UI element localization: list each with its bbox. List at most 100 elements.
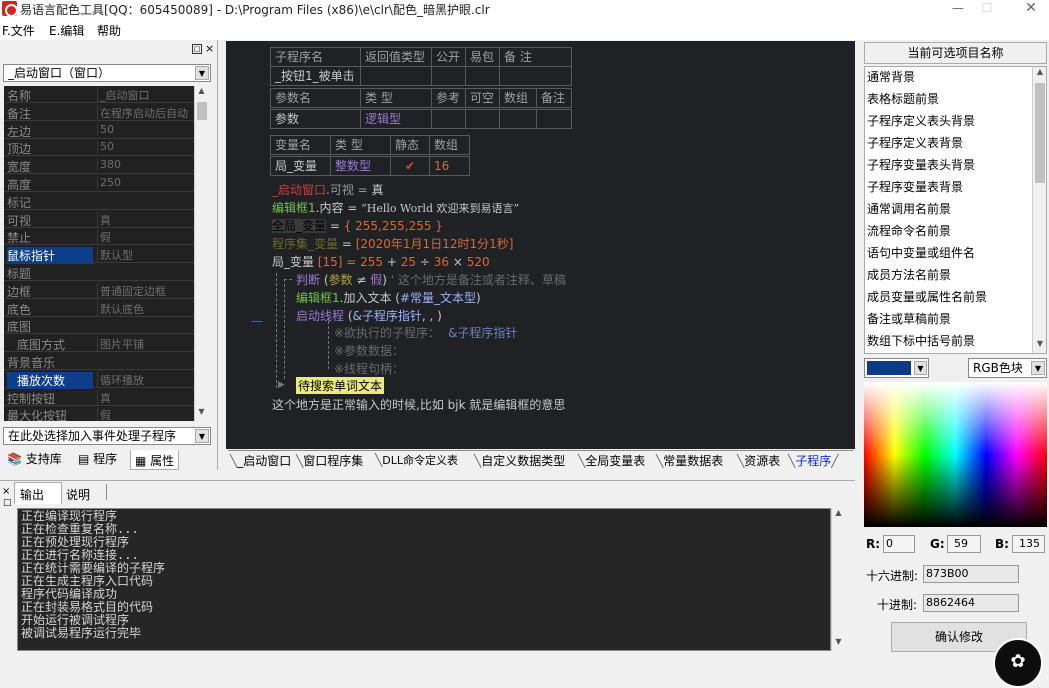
tab-properties[interactable]: ▦ 属性	[130, 450, 180, 470]
scroll-down-icon[interactable]: ▼	[832, 637, 845, 651]
sub-public-cell[interactable]	[431, 66, 466, 86]
items-list[interactable]: 通常背景 表格标题前景 子程序定义表头背景 子程序定义表背景 子程序变量表头背景 子程序变…	[864, 66, 1047, 354]
property-row[interactable]: 高度 250	[4, 175, 194, 192]
menu-edit[interactable]: E.编辑	[49, 22, 84, 39]
property-value[interactable]: 380	[97, 158, 194, 172]
scroll-up-icon[interactable]: ▲	[1033, 67, 1046, 81]
tab-global-vars[interactable]: ╲全局变量表	[578, 452, 645, 469]
list-item[interactable]: 数组下标中括号前景	[867, 332, 975, 349]
list-item[interactable]: 备注或草稿前景	[867, 310, 951, 327]
scroll-up-icon[interactable]: ▲	[195, 86, 208, 100]
close-button[interactable]: ✕	[1016, 0, 1046, 18]
property-row[interactable]: 播放次数 循环播放	[4, 371, 194, 389]
tab-description[interactable]: 说明	[66, 486, 90, 503]
tab-startup-window[interactable]: ╲_启动窗口	[230, 452, 291, 469]
property-row[interactable]: 可视 真	[4, 211, 194, 228]
hex-input[interactable]: 873B00	[923, 565, 1019, 583]
dec-input[interactable]: 8862464	[923, 594, 1019, 612]
list-item[interactable]: 语句中变量或组件名	[867, 244, 975, 261]
code-line-6[interactable]: 判断 (参数 ≠ 假) ' 这个地方是备注或者注释、草稿	[296, 271, 566, 288]
output-scrollbar[interactable]: ▲ ▼	[831, 508, 845, 651]
property-row[interactable]: 宽度 380	[4, 157, 194, 175]
scroll-up-icon[interactable]: ▲	[832, 508, 845, 522]
breakpoint-marker[interactable]: —	[251, 314, 263, 328]
property-value[interactable]: 50	[97, 140, 194, 154]
property-value[interactable]: 普通固定边框	[97, 282, 194, 299]
code-line-10[interactable]: ※参数数据：	[334, 342, 404, 359]
tab-custom-types[interactable]: ╲自定义数据类型	[474, 452, 565, 469]
panel-restore-icon[interactable]: □	[192, 44, 202, 54]
property-value[interactable]: 默认底色	[97, 300, 194, 317]
var-static-check-icon[interactable]: ✔	[390, 156, 430, 176]
tab-constants[interactable]: ╲常量数据表	[656, 452, 723, 469]
menu-file[interactable]: F.文件	[2, 22, 35, 39]
sub-return-cell[interactable]	[360, 66, 432, 86]
property-value[interactable]: 真	[97, 389, 194, 406]
output-pin-icon[interactable]: □	[3, 498, 12, 508]
sub-name-cell[interactable]: _按钮1_被单击	[270, 66, 361, 86]
property-row[interactable]: 标题	[4, 264, 194, 281]
property-row[interactable]: 顶边 50	[4, 139, 194, 157]
list-item[interactable]: 流程命令名前景	[867, 222, 951, 239]
code-line-3[interactable]: 全局_变量 = { 255,255,255 }	[272, 217, 443, 234]
list-item[interactable]: 成员变量或属性名前景	[867, 288, 987, 305]
code-line-11[interactable]: ※线程句柄：	[334, 360, 404, 377]
tab-program[interactable]: ▤ 程序	[74, 448, 121, 468]
property-value[interactable]: _启动窗口	[97, 87, 194, 103]
code-line-4[interactable]: 程序集_变量 = [2020年1月1日12时1分1秒]	[272, 235, 513, 252]
property-value[interactable]: 循环播放	[97, 371, 194, 388]
minimize-button[interactable]: —	[943, 0, 973, 18]
tab-window-assembly[interactable]: ╲窗口程序集	[296, 452, 363, 469]
code-line-13[interactable]: 这个地方是正常输入的时候,比如 bjk 就是编辑框的意思	[272, 396, 565, 413]
var-name-cell[interactable]: 局_变量	[270, 156, 331, 176]
list-item[interactable]: 子程序定义表头背景	[867, 112, 975, 129]
scroll-thumb[interactable]	[197, 102, 207, 120]
scroll-down-icon[interactable]: ▼	[195, 407, 208, 421]
property-row[interactable]: 备注 在程序启动后自动	[4, 104, 194, 121]
property-value[interactable]: 假	[97, 407, 194, 421]
property-row[interactable]: 鼠标指针 默认型	[4, 246, 194, 265]
sub-note-cell[interactable]	[499, 66, 572, 86]
output-log[interactable]: 正在编译现行程序 正在检查重复名称... 正在预处理现行程序 正在进行名称连接.…	[17, 508, 831, 651]
property-row[interactable]: 禁止 假	[4, 228, 194, 246]
property-row[interactable]: 边框 普通固定边框	[4, 282, 194, 299]
color-spectrum-picker[interactable]	[864, 382, 1047, 527]
param-name-cell[interactable]: 参数	[270, 109, 361, 129]
code-line-1[interactable]: _启动窗口.可视 = 真	[272, 181, 384, 198]
search-highlight-text[interactable]: 待搜索单词文本	[296, 377, 385, 394]
object-selector[interactable]: _启动窗口（窗口） ▼	[3, 64, 211, 82]
sub-epkg-cell[interactable]	[465, 66, 500, 86]
var-type-cell[interactable]: 整数型	[330, 156, 391, 176]
code-line-8[interactable]: 启动线程 (&子程序指针, , )	[296, 307, 442, 324]
property-row[interactable]: 左边 50	[4, 122, 194, 139]
list-item[interactable]: 通常调用名前景	[867, 200, 951, 217]
event-selector[interactable]: 在此处选择加入事件处理子程序 ▼	[3, 427, 211, 445]
code-editor[interactable]: 子程序名 返回值类型 公开 易包 备 注 _按钮1_被单击 参数名 类 型 参考…	[226, 41, 855, 449]
property-row[interactable]: 控制按钮 真	[4, 389, 194, 406]
items-scrollbar[interactable]: ▲ ▼	[1032, 67, 1046, 353]
property-row[interactable]: 底图	[4, 317, 194, 335]
color-mode-select[interactable]: RGB色块 ▼	[968, 358, 1047, 378]
property-value[interactable]: 真	[97, 211, 194, 228]
property-value[interactable]: 50	[97, 122, 194, 136]
list-item[interactable]: 通常背景	[867, 68, 915, 85]
property-value[interactable]: 默认型	[97, 247, 194, 264]
list-item[interactable]: 子程序变量表头背景	[867, 156, 975, 173]
tab-output[interactable]: 输出	[14, 482, 62, 504]
list-item[interactable]: 子程序变量表背景	[867, 178, 963, 195]
panel-close-icon[interactable]: ×	[205, 43, 214, 54]
scroll-thumb[interactable]	[1035, 83, 1045, 183]
property-value[interactable]: 图片平铺	[97, 336, 194, 353]
var-array-cell[interactable]: 16	[429, 156, 470, 176]
tab-dll-commands[interactable]: ╲DLL命令定义表	[375, 452, 458, 468]
swatch-selector[interactable]: ▼	[864, 358, 929, 378]
param-note-cell[interactable]	[536, 109, 572, 129]
property-value[interactable]: 250	[97, 176, 194, 189]
property-value[interactable]: 假	[97, 229, 194, 246]
code-line-9[interactable]: ※欲执行的子程序： &子程序指针	[334, 324, 517, 341]
property-row[interactable]: 背景音乐	[4, 353, 194, 370]
scroll-down-icon[interactable]: ▼	[1033, 339, 1046, 353]
list-item[interactable]: 表格标题前景	[867, 90, 939, 107]
tab-support-lib[interactable]: 📚 支持库	[3, 448, 66, 468]
r-input[interactable]: 0	[883, 535, 915, 553]
